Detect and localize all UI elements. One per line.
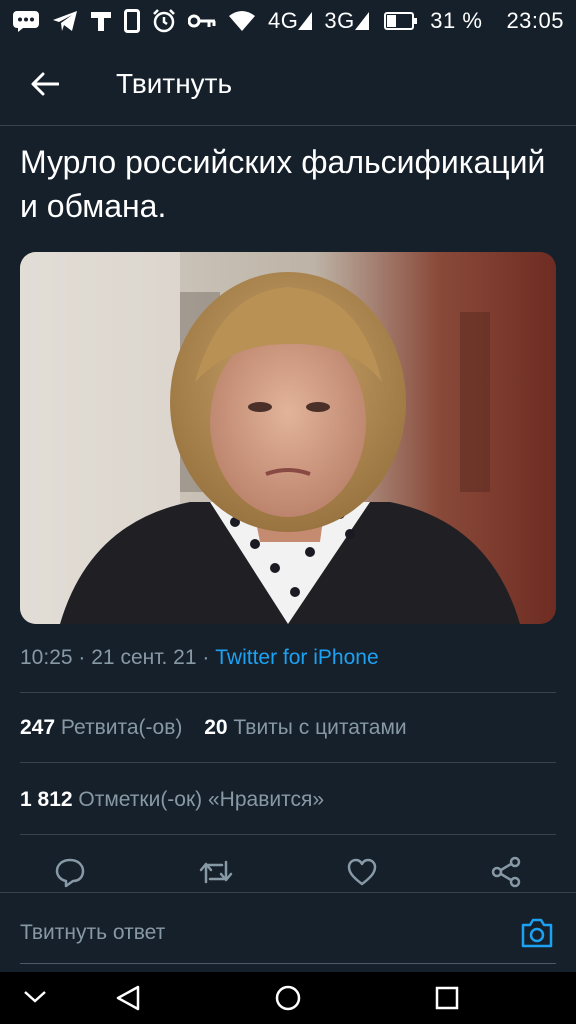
nav-recents-button[interactable] — [434, 985, 460, 1011]
tinkoff-icon — [90, 10, 112, 32]
reply-bar: Твитнуть ответ — [0, 892, 576, 973]
camera-icon — [521, 918, 553, 948]
circle-home-icon — [275, 985, 301, 1011]
divider — [20, 692, 556, 693]
heart-icon — [347, 858, 377, 885]
app-header: Твитнуть — [0, 42, 576, 126]
likes-count: 1 812 — [20, 788, 73, 811]
share-icon — [491, 856, 521, 887]
camera-button[interactable] — [520, 917, 554, 954]
divider — [20, 834, 556, 835]
network-type-1: 4G — [268, 8, 299, 33]
status-bar-system: 31 % 23:05 — [384, 8, 564, 34]
retweets-count: 247 — [20, 716, 56, 739]
triangle-back-icon — [116, 985, 140, 1011]
quotes-count: 20 — [204, 716, 228, 739]
status-bar-notifications: 4G 3G — [12, 8, 369, 34]
system-navigation-bar — [0, 972, 576, 1024]
tweet-photo[interactable] — [20, 252, 556, 624]
portrait-illustration — [20, 252, 556, 624]
quotes-label: Твиты с цитатами — [233, 716, 407, 739]
retweet-quote-stats: 247 Ретвита(-ов) 20 Твиты с цитатами — [20, 716, 407, 740]
nav-collapse-button[interactable] — [22, 986, 48, 1006]
retweets-label: Ретвита(-ов) — [60, 716, 183, 739]
battery-percent: 31 % — [430, 8, 483, 33]
chevron-down-icon — [24, 991, 46, 1003]
like-button[interactable] — [346, 857, 378, 892]
telegram-icon — [52, 10, 78, 32]
quotes-stat[interactable]: 20 Твиты с цитатами — [204, 716, 406, 739]
nav-home-button[interactable] — [274, 984, 302, 1012]
reply-underline — [20, 963, 556, 964]
phone-icon — [124, 9, 140, 33]
alarm-icon — [152, 9, 176, 33]
square-recents-icon — [435, 986, 459, 1010]
back-button[interactable] — [0, 42, 90, 126]
wifi-icon — [228, 10, 256, 32]
tweet-meta: 10:25 · 21 сент. 21 · Twitter for iPhone — [20, 646, 379, 670]
reply-button[interactable] — [54, 856, 86, 893]
divider — [20, 762, 556, 763]
page-title: Твитнуть — [116, 67, 233, 99]
network-type-2: 3G — [324, 8, 355, 33]
signal-4g-icon: 4G — [268, 8, 313, 34]
signal-3g-icon: 3G — [324, 8, 369, 34]
messages-icon — [12, 10, 40, 32]
tweet-time: 10:25 — [20, 646, 73, 669]
retweet-button[interactable] — [198, 856, 234, 893]
tweet-date: 21 сент. 21 — [91, 646, 197, 669]
retweets-stat[interactable]: 247 Ретвита(-ов) — [20, 716, 182, 739]
back-arrow-icon — [31, 72, 59, 95]
nav-back-button[interactable] — [114, 984, 142, 1012]
meta-separator: · — [202, 646, 210, 669]
key-icon — [188, 13, 216, 29]
likes-label: Отметки(-ок) «Нравится» — [78, 788, 325, 811]
reply-icon — [55, 858, 85, 887]
clock: 23:05 — [506, 8, 564, 33]
reply-input[interactable]: Твитнуть ответ — [20, 921, 165, 945]
tweet-text: Мурло российских фальсификаций и обмана. — [20, 144, 546, 224]
retweet-icon — [199, 860, 233, 883]
likes-stat[interactable]: 1 812 Отметки(-ок) «Нравится» — [20, 788, 324, 812]
meta-separator: · — [78, 646, 86, 669]
status-bar: 4G 3G 31 % 23:05 — [0, 0, 576, 42]
battery-icon — [384, 12, 418, 30]
share-button[interactable] — [490, 856, 522, 893]
tweet-client-link[interactable]: Twitter for iPhone — [215, 646, 378, 669]
tweet-actions — [20, 852, 556, 896]
